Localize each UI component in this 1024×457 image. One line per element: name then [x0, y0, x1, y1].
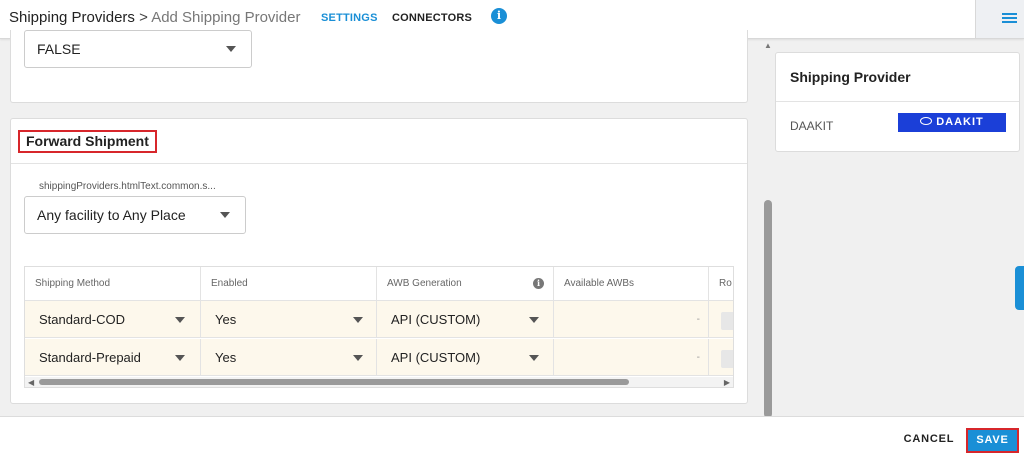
- enabled-value: Yes: [215, 350, 237, 365]
- scroll-up-icon[interactable]: ▲: [764, 41, 772, 50]
- shipping-method-value: Standard-COD: [39, 312, 125, 327]
- chevron-down-icon: [353, 317, 363, 323]
- shipping-method-select[interactable]: Standard-Prepaid: [25, 339, 201, 376]
- boolean-select[interactable]: FALSE: [24, 30, 252, 68]
- provider-name: DAAKIT: [790, 119, 834, 133]
- chevron-down-icon: [175, 355, 185, 361]
- enabled-select[interactable]: Yes: [201, 301, 377, 338]
- breadcrumb-separator: >: [139, 9, 148, 26]
- chevron-down-icon: [529, 355, 539, 361]
- provider-logo: DAAKIT: [898, 113, 1006, 132]
- enabled-select[interactable]: Yes: [201, 339, 377, 376]
- available-awbs-cell: -: [554, 339, 709, 376]
- tab-settings[interactable]: SETTINGS: [321, 12, 378, 24]
- awb-generation-select[interactable]: API (CUSTOM): [377, 301, 554, 338]
- forward-shipment-title: Forward Shipment: [18, 130, 157, 153]
- scroll-left-icon[interactable]: ◀: [28, 378, 34, 387]
- available-awbs-value: -: [696, 314, 700, 325]
- shipping-method-value: Standard-Prepaid: [39, 350, 141, 365]
- chevron-down-icon: [220, 212, 230, 218]
- boolean-select-value: FALSE: [37, 41, 81, 57]
- info-icon[interactable]: i: [491, 8, 507, 24]
- hamburger-menu-icon: [1002, 13, 1017, 15]
- chevron-down-icon: [175, 317, 185, 323]
- awb-generation-value: API (CUSTOM): [391, 312, 481, 327]
- cancel-button[interactable]: CANCEL: [898, 429, 960, 449]
- logo-mark-icon: [920, 117, 933, 126]
- horizontal-scrollbar[interactable]: ◀ ▶: [25, 377, 733, 387]
- awb-generation-value: API (CUSTOM): [391, 350, 481, 365]
- chevron-down-icon: [353, 355, 363, 361]
- row-action-button[interactable]: [721, 312, 733, 330]
- hamburger-menu-icon-bar: [1002, 21, 1017, 23]
- available-awbs-value: -: [696, 352, 700, 363]
- table-row: Standard-COD Yes API (CUSTOM) -: [25, 301, 733, 338]
- divider: [776, 101, 1019, 102]
- forward-shipment-card: Forward Shipment shippingProviders.htmlT…: [10, 118, 748, 404]
- table-row: Standard-Prepaid Yes API (CUSTOM) -: [25, 339, 733, 376]
- available-awbs-cell: -: [554, 301, 709, 338]
- settings-card: FALSE: [10, 30, 748, 103]
- hamburger-menu-button[interactable]: [975, 0, 1024, 38]
- side-panel-toggle[interactable]: [1015, 266, 1024, 310]
- footer-bar: CANCEL SAVE: [0, 416, 1024, 457]
- panel-title: Shipping Provider: [790, 69, 911, 85]
- chevron-down-icon: [226, 46, 236, 52]
- breadcrumb-parent-link[interactable]: Shipping Providers: [9, 9, 135, 26]
- save-button[interactable]: SAVE: [966, 428, 1019, 453]
- shipping-provider-panel: Shipping Provider DAAKIT DAAKIT: [775, 52, 1020, 152]
- row-action-button[interactable]: [721, 350, 733, 368]
- facility-field-label: shippingProviders.htmlText.common.s...: [39, 181, 216, 192]
- awb-generation-select[interactable]: API (CUSTOM): [377, 339, 554, 376]
- breadcrumb: Shipping Providers > Add Shipping Provid…: [9, 9, 300, 26]
- column-header-row: Ro: [709, 267, 733, 301]
- column-header-awb-generation-label: AWB Generation: [387, 278, 462, 289]
- breadcrumb-current: Add Shipping Provider: [151, 9, 301, 26]
- scroll-right-icon[interactable]: ▶: [724, 378, 730, 387]
- column-header-shipping-method: Shipping Method: [25, 267, 201, 301]
- horizontal-scroll-thumb[interactable]: [39, 379, 629, 385]
- shipping-method-select[interactable]: Standard-COD: [25, 301, 201, 338]
- divider: [11, 163, 747, 164]
- shipping-methods-table: Shipping Method Enabled AWB Generation i…: [24, 266, 734, 388]
- column-header-enabled: Enabled: [201, 267, 377, 301]
- facility-select-value: Any facility to Any Place: [37, 207, 186, 223]
- chevron-down-icon: [529, 317, 539, 323]
- tab-connectors[interactable]: CONNECTORS: [392, 12, 472, 24]
- column-header-available-awbs: Available AWBs: [554, 267, 709, 301]
- hamburger-menu-icon-bar: [1002, 17, 1017, 19]
- vertical-scroll-thumb[interactable]: [764, 200, 772, 418]
- provider-logo-text: DAAKIT: [936, 116, 984, 128]
- column-header-awb-generation: AWB Generation i: [377, 267, 554, 301]
- info-icon[interactable]: i: [533, 278, 544, 289]
- enabled-value: Yes: [215, 312, 237, 327]
- facility-select[interactable]: Any facility to Any Place: [24, 196, 246, 234]
